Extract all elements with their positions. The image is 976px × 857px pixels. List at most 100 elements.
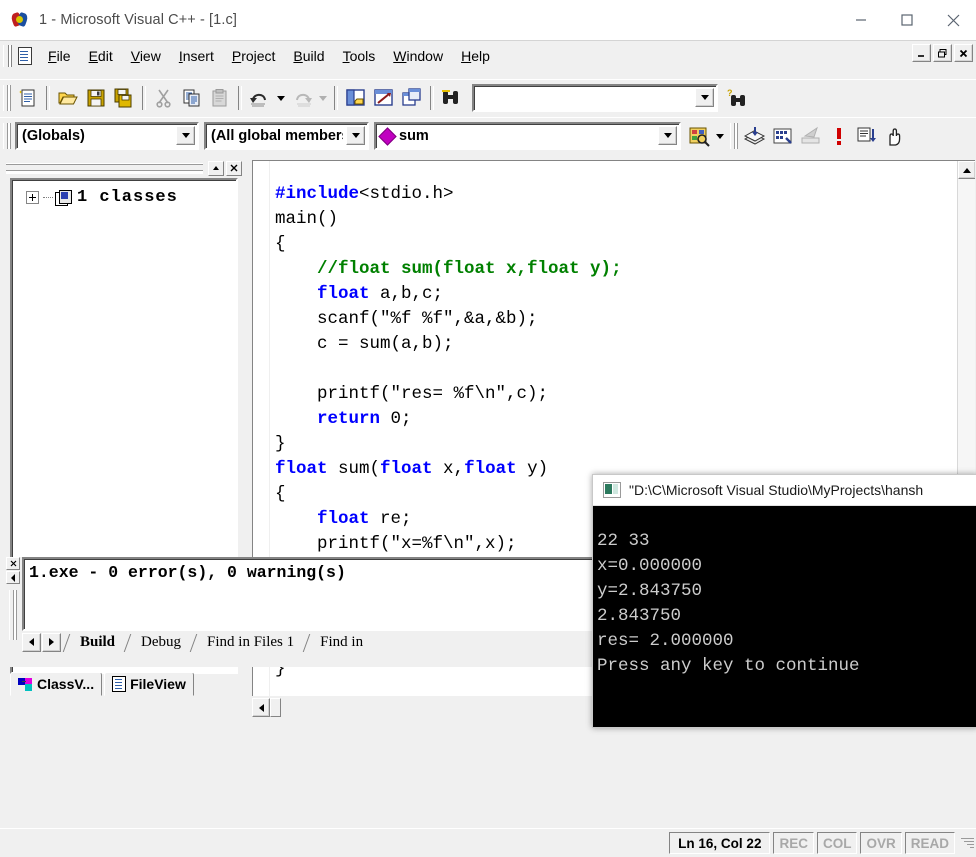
save-all-icon[interactable] bbox=[110, 84, 138, 112]
toolbar-separator bbox=[238, 86, 242, 110]
pane-caption-gripper[interactable] bbox=[6, 162, 203, 174]
console-title: "D:\C\Microsoft Visual Studio\MyProjects… bbox=[629, 482, 924, 498]
menu-file[interactable]: File bbox=[39, 45, 80, 68]
hscroll-thumb[interactable] bbox=[270, 698, 281, 717]
fileview-icon bbox=[112, 676, 127, 692]
output-window-left-controls bbox=[6, 557, 20, 653]
window-list-icon[interactable] bbox=[398, 84, 426, 112]
members-combo[interactable]: (All global members‹ bbox=[204, 122, 369, 150]
window-titlebar: 1 - Microsoft Visual C++ - [1.c] bbox=[0, 0, 976, 41]
output-window-icon[interactable] bbox=[370, 84, 398, 112]
output-tabs-prev-button[interactable] bbox=[22, 632, 41, 652]
toolbar-separator bbox=[334, 86, 338, 110]
toolbar-separator bbox=[46, 86, 50, 110]
find-dropdown-arrow-icon[interactable] bbox=[695, 88, 714, 107]
new-document-icon[interactable] bbox=[14, 84, 42, 112]
statusbar: Ln 16, Col 22 REC COL OVR READ bbox=[0, 828, 976, 857]
scope-dropdown-arrow-icon[interactable] bbox=[176, 126, 195, 145]
symbol-dropdown-arrow-icon[interactable] bbox=[658, 126, 677, 145]
output-window-grip[interactable] bbox=[9, 590, 17, 640]
pane-collapse-button[interactable] bbox=[208, 160, 224, 176]
output-tab-find-in-files-1[interactable]: Find in Files 1 bbox=[199, 634, 302, 651]
menu-project[interactable]: Project bbox=[223, 45, 285, 68]
menu-window[interactable]: Window bbox=[384, 45, 452, 68]
tab-divider bbox=[189, 634, 199, 651]
output-tab-build[interactable]: Build bbox=[72, 634, 123, 651]
output-collapse-button[interactable] bbox=[6, 571, 20, 584]
find-combo[interactable] bbox=[472, 84, 718, 112]
toolbar-separator bbox=[142, 86, 146, 110]
menu-edit[interactable]: Edit bbox=[80, 45, 122, 68]
redo-dropdown-arrow-icon[interactable] bbox=[316, 84, 330, 112]
find-help-binoculars-icon[interactable]: ? bbox=[724, 84, 752, 112]
build-toolbar-grip[interactable] bbox=[730, 123, 738, 149]
standard-toolbar: ? bbox=[0, 79, 976, 116]
members-dropdown-arrow-icon[interactable] bbox=[346, 126, 365, 145]
exclamation-icon[interactable] bbox=[825, 122, 853, 150]
members-combo-value: (All global members‹ bbox=[211, 128, 343, 144]
floppy-disk-icon[interactable] bbox=[82, 84, 110, 112]
mdi-close-button[interactable] bbox=[954, 44, 973, 62]
menu-tools[interactable]: Tools bbox=[334, 45, 385, 68]
output-close-button[interactable] bbox=[6, 557, 20, 570]
pane-close-button[interactable] bbox=[226, 160, 242, 176]
stop-build-icon[interactable] bbox=[797, 122, 825, 150]
undo-arrow-icon[interactable] bbox=[246, 84, 274, 112]
hand-breakpoint-icon[interactable] bbox=[881, 122, 909, 150]
close-icon[interactable] bbox=[930, 0, 976, 40]
scissors-icon[interactable] bbox=[150, 84, 178, 112]
pane-tabs: ClassV... FileView bbox=[10, 672, 234, 696]
tree-root-label: 1 classes bbox=[77, 188, 178, 207]
vcpp-logo-icon bbox=[10, 11, 30, 29]
tab-classview[interactable]: ClassV... bbox=[10, 672, 103, 696]
standard-toolbar-grip[interactable] bbox=[3, 85, 11, 111]
workspace-window-icon[interactable] bbox=[342, 84, 370, 112]
menu-view[interactable]: View bbox=[122, 45, 170, 68]
menu-help[interactable]: Help bbox=[452, 45, 499, 68]
wizardbar-toolbar: (Globals) (All global members‹ sum bbox=[0, 117, 976, 154]
tree-row[interactable]: 1 classes bbox=[12, 180, 236, 207]
tab-divider bbox=[123, 634, 133, 651]
console-window[interactable]: "D:\C\Microsoft Visual Studio\MyProjects… bbox=[592, 474, 976, 728]
open-folder-icon[interactable] bbox=[54, 84, 82, 112]
wizard-dropdown-arrow-icon[interactable] bbox=[713, 122, 727, 150]
output-tabs-next-button[interactable] bbox=[42, 632, 61, 652]
undo-dropdown-arrow-icon[interactable] bbox=[274, 84, 288, 112]
tab-divider bbox=[62, 634, 72, 651]
wizard-icon[interactable] bbox=[685, 122, 713, 150]
compile-icon[interactable] bbox=[741, 122, 769, 150]
output-tab-debug[interactable]: Debug bbox=[133, 634, 189, 651]
mdi-minimize-button[interactable] bbox=[912, 44, 931, 62]
menubar-grip[interactable] bbox=[3, 45, 12, 67]
menu-file-label: ile bbox=[56, 47, 71, 64]
clipboard-paste-icon[interactable] bbox=[206, 84, 234, 112]
resize-grip-icon[interactable] bbox=[958, 835, 974, 851]
editor-hscrollbar[interactable] bbox=[252, 698, 288, 718]
build-icon[interactable] bbox=[769, 122, 797, 150]
go-debug-icon[interactable] bbox=[853, 122, 881, 150]
wizardbar-grip[interactable] bbox=[3, 123, 11, 149]
hscroll-left-button[interactable] bbox=[252, 698, 270, 717]
tab-fileview[interactable]: FileView bbox=[104, 672, 194, 696]
menu-insert[interactable]: Insert bbox=[170, 45, 223, 68]
status-col: COL bbox=[816, 832, 858, 854]
window-controls bbox=[838, 0, 976, 40]
copy-icon[interactable] bbox=[178, 84, 206, 112]
tab-fileview-label: FileView bbox=[130, 676, 186, 692]
pane-caption bbox=[6, 160, 242, 176]
class-folder-icon bbox=[55, 190, 72, 206]
menu-build[interactable]: Build bbox=[284, 45, 333, 68]
symbol-combo[interactable]: sum bbox=[374, 122, 681, 150]
plus-expander-icon[interactable] bbox=[26, 191, 39, 204]
window-title: 1 - Microsoft Visual C++ - [1.c] bbox=[39, 12, 237, 28]
scope-combo[interactable]: (Globals) bbox=[15, 122, 199, 150]
redo-arrow-icon[interactable] bbox=[288, 84, 316, 112]
binoculars-icon[interactable] bbox=[438, 84, 466, 112]
vscroll-up-button[interactable] bbox=[958, 161, 975, 179]
output-tab-find-in-files-2[interactable]: Find in bbox=[312, 634, 371, 651]
document-icon bbox=[17, 47, 33, 65]
scope-combo-value: (Globals) bbox=[22, 128, 85, 144]
maximize-icon[interactable] bbox=[884, 0, 930, 40]
minimize-icon[interactable] bbox=[838, 0, 884, 40]
mdi-restore-button[interactable] bbox=[933, 44, 952, 62]
